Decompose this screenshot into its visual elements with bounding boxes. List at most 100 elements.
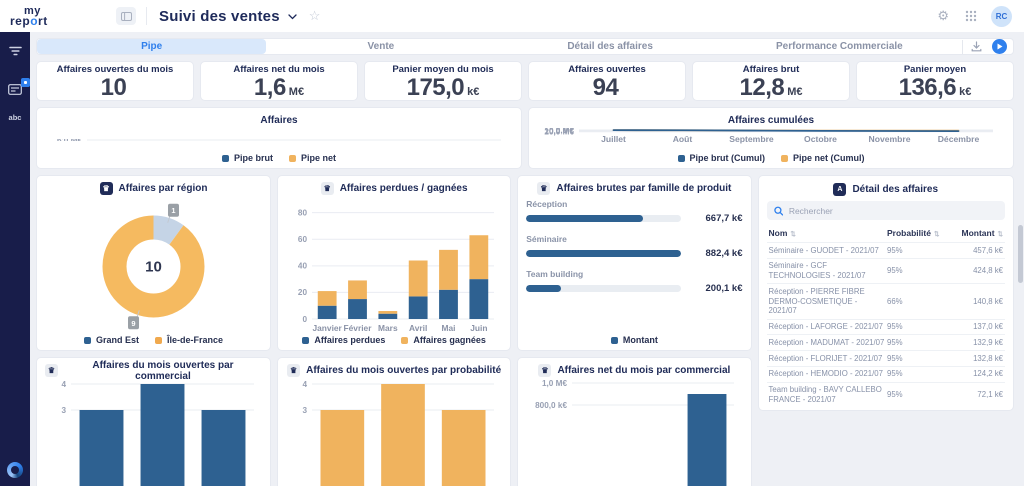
svg-text:0: 0	[302, 315, 307, 324]
card-affaires: Affaires 0,0 €2,0 M€4,0 M€6,0 M€JuilletA…	[36, 107, 522, 169]
legend-item[interactable]: Pipe brut	[222, 153, 273, 163]
column-header-montant[interactable]: Montant⇅	[945, 228, 1003, 238]
legend-item[interactable]: Grand Est	[84, 335, 139, 345]
table-body: Séminaire - GUODET - 2021/0795%457,6 k€S…	[767, 242, 1006, 404]
kpi-panier-moyen-du-mois: Panier moyen du mois 175,0k€	[364, 61, 522, 101]
star-icon[interactable]: ☆	[309, 8, 321, 24]
tab-pipe[interactable]: Pipe	[37, 39, 266, 54]
card-mois-ouvertes-commercial: ♛Affaires du mois ouvertes par commercia…	[36, 357, 271, 486]
svg-text:60: 60	[298, 235, 308, 244]
kpi-affaires-ouvertes-du-mois: Affaires ouvertes du mois 10	[36, 61, 194, 101]
svg-text:80: 80	[298, 209, 308, 218]
gear-icon[interactable]: ⚙	[937, 8, 949, 24]
hbar-plot: Réception667,7 k€ Séminaire882,4 k€ Team b…	[526, 196, 742, 333]
legend-item[interactable]: Pipe net (Cumul)	[781, 153, 865, 163]
legend-item[interactable]: Montant	[611, 335, 658, 345]
hbar-Réception[interactable]: Réception667,7 k€	[526, 199, 742, 224]
main-content: Pipe Vente Détail des affaires Performan…	[30, 32, 1024, 486]
table-row[interactable]: Réception - PIERRE FIBRE DERMO-COSMETIQU…	[767, 283, 1006, 318]
hbar-Séminaire[interactable]: Séminaire882,4 k€	[526, 234, 742, 259]
svg-text:Janvier: Janvier	[312, 323, 342, 333]
svg-text:3: 3	[61, 406, 66, 415]
collapse-panel-icon[interactable]	[116, 7, 136, 25]
table-row[interactable]: Réception - HEMODIO - 2021/0795%124,2 k€	[767, 366, 1006, 382]
svg-text:20: 20	[298, 288, 308, 297]
myreport-logo[interactable]: my report	[10, 6, 98, 27]
table-header: Nom⇅ Probabilité⇅ Montant⇅	[767, 225, 1006, 242]
legend-item[interactable]: Île-de-France	[155, 335, 223, 345]
crown-icon: ♛	[287, 364, 300, 377]
divider	[962, 40, 963, 54]
svg-text:1: 1	[171, 206, 175, 215]
svg-text:Mars: Mars	[378, 323, 398, 333]
legend-item[interactable]: Pipe brut (Cumul)	[678, 153, 766, 163]
legend-item[interactable]: Affaires perdues	[302, 335, 385, 345]
abc-icon[interactable]: abc	[9, 113, 22, 122]
play-button[interactable]	[992, 39, 1007, 54]
legend-item[interactable]: Pipe net	[289, 153, 336, 163]
svg-text:800,0 k€: 800,0 k€	[535, 401, 567, 410]
table-row[interactable]: Team building - BAVY CALLEBO FRANCE - 20…	[767, 382, 1006, 405]
tab-performance-commerciale[interactable]: Performance Commerciale	[725, 39, 954, 54]
report-card-icon[interactable]	[8, 84, 22, 95]
card-net-mois-commercial: ♛Affaires net du mois par commercial 1,0…	[517, 357, 751, 486]
download-icon[interactable]	[971, 41, 982, 52]
avatar[interactable]: RC	[991, 6, 1012, 27]
chart-legend: Affaires perdues Affaires gagnées	[286, 333, 502, 347]
sidebar: abc	[0, 32, 30, 486]
crown-icon: ♛	[100, 182, 113, 195]
chart-title: Affaires	[260, 115, 297, 126]
card-affaires-cumulees: Affaires cumulées 0,0 €10,0 M€20,0 M€Jui…	[528, 107, 1014, 169]
notification-badge	[21, 78, 30, 87]
page-scrollbar-thumb[interactable]	[1018, 225, 1023, 283]
crown-icon: ♛	[537, 182, 550, 195]
legend-item[interactable]: Affaires gagnées	[401, 335, 486, 345]
line-charts-row: Affaires 0,0 €2,0 M€4,0 M€6,0 M€JuilletA…	[36, 107, 1014, 169]
crown-icon: ♛	[538, 364, 551, 377]
svg-text:Août: Août	[673, 134, 693, 144]
middle-charts-row: ♛Affaires par région 1910 Grand EstÎle-d…	[36, 175, 752, 351]
search-input[interactable]	[789, 206, 998, 216]
chart-title: Affaires brutes par famille de produit	[556, 183, 731, 194]
table-row[interactable]: Réception - LAFORGE - 2021/0795%137,0 k€	[767, 319, 1006, 335]
table-icon: A	[833, 183, 846, 196]
chart-legend: Grand Est Île-de-France	[45, 333, 262, 347]
table-row[interactable]: Séminaire - GCF TECHNOLOGIES - 2021/0795…	[767, 258, 1006, 283]
chart-legend: Pipe brut Pipe net	[45, 151, 513, 165]
svg-text:4: 4	[61, 380, 66, 389]
tab-detail-des-affaires[interactable]: Détail des affaires	[496, 39, 725, 54]
chart-title: Affaires net du mois par commercial	[557, 365, 730, 376]
column-header-probabilite[interactable]: Probabilité⇅	[887, 228, 945, 238]
hbar-Team building[interactable]: Team building200,1 k€	[526, 269, 742, 294]
tab-vente[interactable]: Vente	[266, 39, 495, 54]
kpi-affaires-ouvertes: Affaires ouvertes 94	[528, 61, 686, 101]
donut-plot: 1910	[45, 196, 262, 333]
svg-text:Octobre: Octobre	[804, 134, 837, 144]
table-row[interactable]: Réception - FLORIJET - 2021/0795%132,8 k…	[767, 350, 1006, 366]
line-plot: 0,0 €10,0 M€20,0 M€JuilletAoûtSeptembreO…	[537, 128, 1005, 151]
column-header-nom[interactable]: Nom⇅	[769, 228, 888, 238]
app-header: my report Suivi des ventes ☆ ⚙ RC	[0, 0, 1024, 32]
chart-title: Affaires cumulées	[728, 115, 814, 126]
svg-text:Février: Février	[344, 323, 373, 333]
search-icon	[774, 206, 783, 216]
chart-title: Affaires perdues / gagnées	[340, 183, 468, 194]
table-row[interactable]: Réception - MADUMAT - 2021/0795%132,9 k€	[767, 334, 1006, 350]
kpi-affaires-brut: Affaires brut 12,8M€	[692, 61, 850, 101]
chart-title: Affaires du mois ouvertes par probabilit…	[306, 365, 501, 376]
svg-text:Novembre: Novembre	[868, 134, 910, 144]
chevron-down-icon[interactable]	[288, 14, 297, 20]
card-mois-ouvertes-probabilite: ♛ Affaires du mois ouvertes par probabili…	[277, 357, 511, 486]
apps-grid-icon[interactable]	[965, 10, 977, 22]
svg-text:Décembre: Décembre	[938, 134, 980, 144]
svg-text:40: 40	[298, 262, 308, 271]
table-row[interactable]: Séminaire - GUODET - 2021/0795%457,6 k€	[767, 242, 1006, 258]
stacked-bar-plot: 020406080JanvierFévrierMarsAvrilMaiJuin	[286, 196, 502, 333]
svg-text:Juin: Juin	[470, 323, 487, 333]
svg-text:3: 3	[302, 406, 307, 415]
sort-icon: ⇅	[790, 231, 795, 238]
filter-icon[interactable]	[9, 46, 22, 56]
svg-text:Avril: Avril	[409, 323, 427, 333]
sort-icon: ⇅	[934, 231, 939, 238]
page-title: Suivi des ventes	[159, 8, 280, 25]
